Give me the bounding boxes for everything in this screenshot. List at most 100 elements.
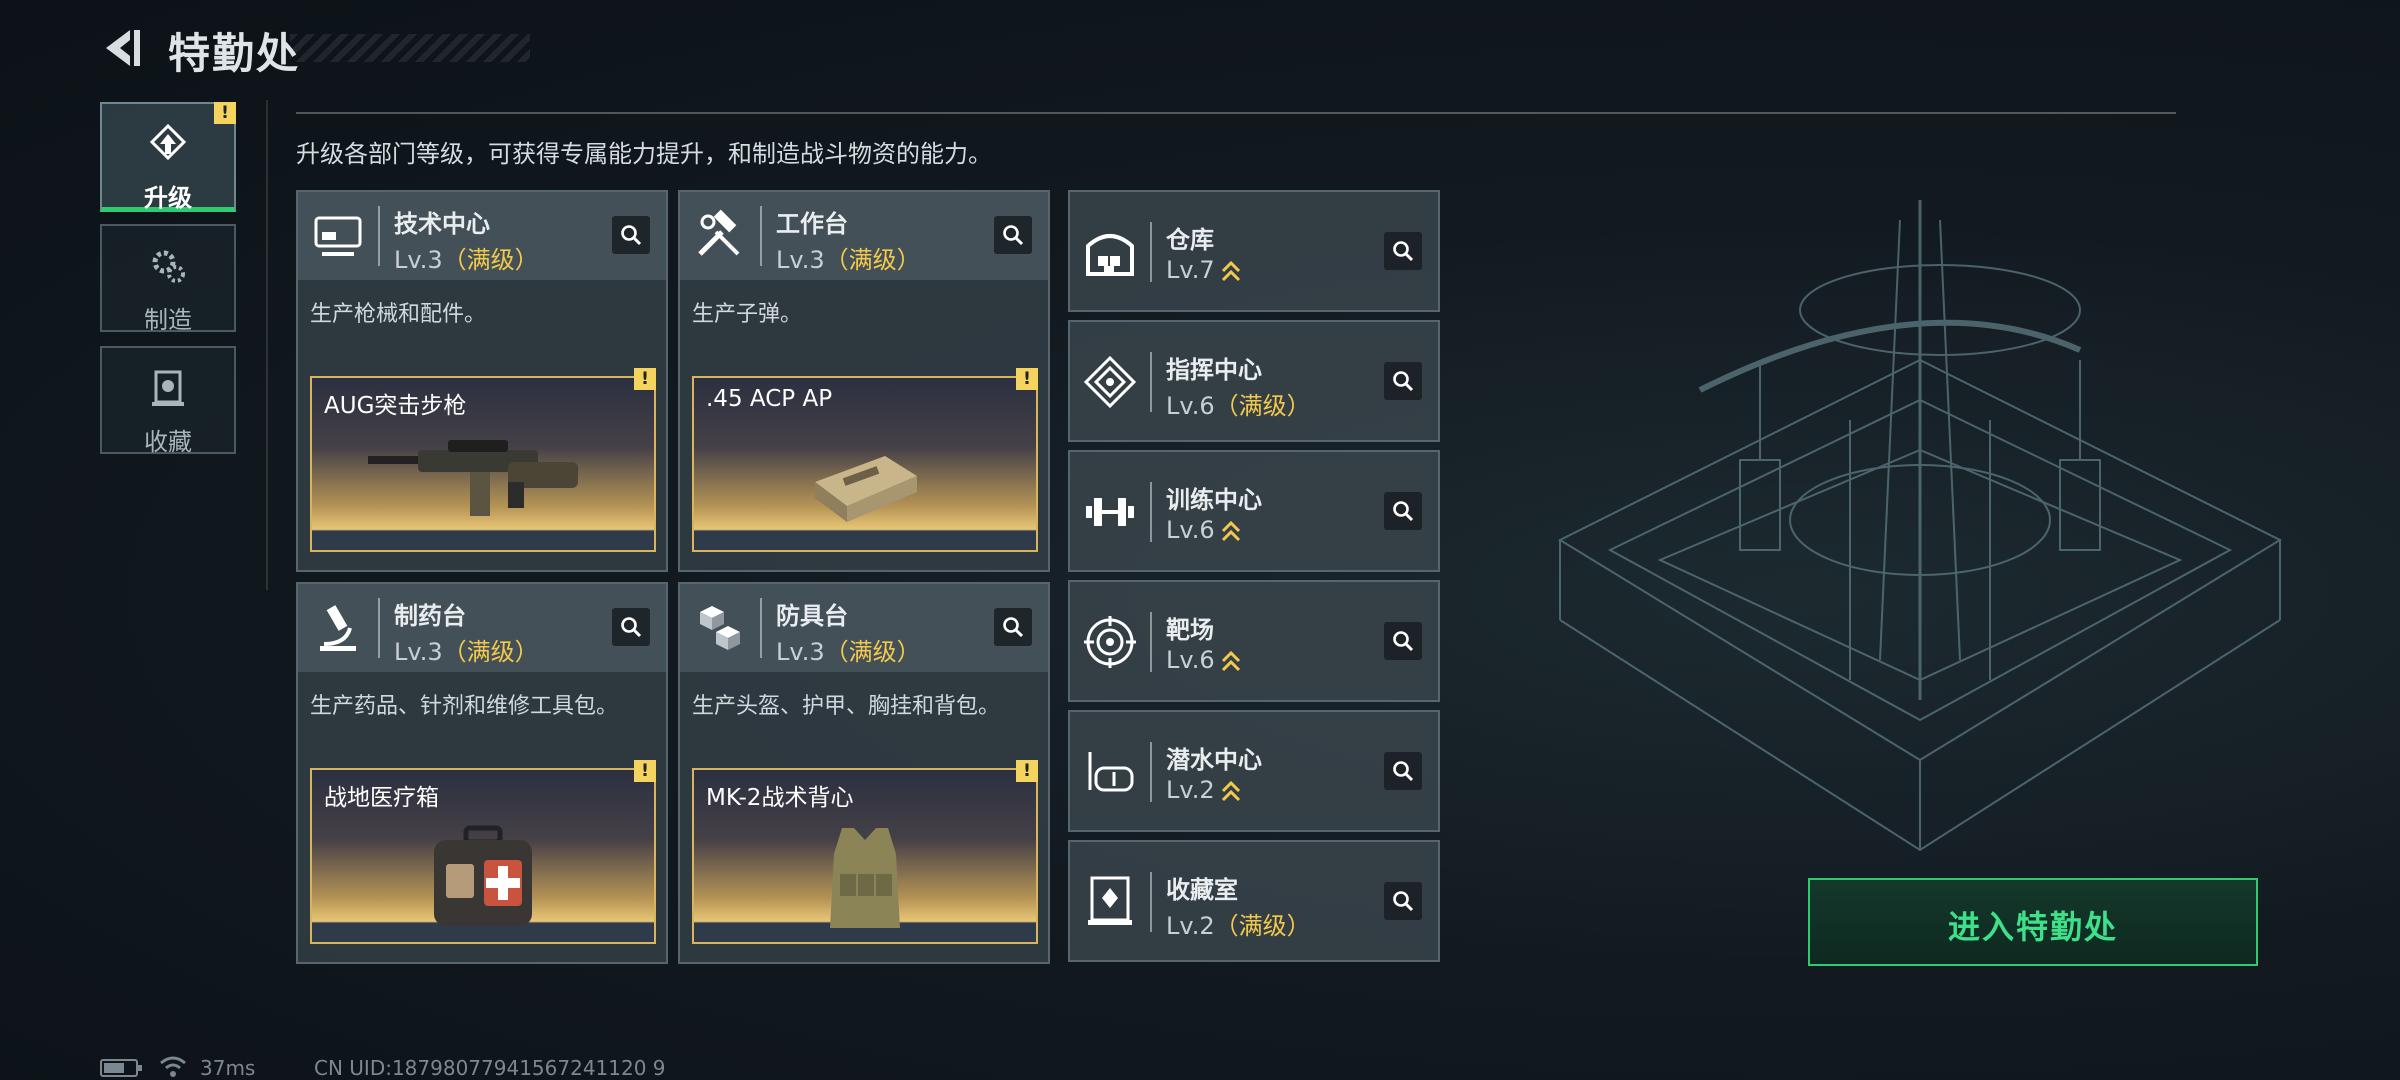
product-name: 战地医疗箱 <box>324 785 439 811</box>
card-header: 工作台 Lv.3（满级） <box>680 192 1048 280</box>
upgrade-icon <box>149 123 187 161</box>
department-card-armor-bench[interactable]: 防具台 Lv.3（满级） 生产头盔、护甲、胸挂和背包。 MK-2战术背心 ! <box>678 582 1050 964</box>
alert-badge: ! <box>214 102 236 124</box>
search-icon <box>1003 225 1024 246</box>
alert-badge: ! <box>634 760 656 782</box>
max-level-label: （满级） <box>824 246 921 274</box>
department-card-tech-center[interactable]: 技术中心 Lv.3（满级） 生产枪械和配件。 AUG突击步枪 ! <box>296 190 668 572</box>
warehouse-icon <box>1086 234 1134 276</box>
tactical-vest-icon <box>830 828 900 928</box>
card-header: 制药台 Lv.3（满级） <box>298 584 666 672</box>
search-icon <box>1393 241 1414 262</box>
page-title: 特勤处 <box>168 29 301 78</box>
product-name: .45 ACP AP <box>706 386 833 412</box>
nav-label: 制造 <box>144 306 192 334</box>
card-header: 防具台 Lv.3（满级） <box>680 584 1048 672</box>
department-row-diving-center[interactable]: 潜水中心 Lv.2 <box>1068 710 1440 832</box>
department-row-shooting-range[interactable]: 靶场 Lv.6 <box>1068 580 1440 702</box>
product-name: MK-2战术背心 <box>706 785 854 811</box>
upgrade-available-icon <box>1221 650 1240 672</box>
department-level: Lv.3（满级） <box>776 632 921 667</box>
separator <box>378 206 380 266</box>
upgrade-available-icon <box>1221 780 1240 802</box>
level-value: Lv.3 <box>776 638 825 666</box>
level-value: Lv.3 <box>394 638 443 666</box>
battery-icon <box>100 1059 142 1077</box>
collection-icon <box>152 370 184 406</box>
back-button[interactable] <box>100 26 144 70</box>
rifle-icon <box>368 440 578 516</box>
search-icon <box>1393 891 1414 912</box>
nav-label: 升级 <box>144 184 192 212</box>
separator <box>378 598 380 658</box>
department-level: Lv.3（满级） <box>394 240 539 275</box>
level-value: Lv.7 <box>1166 256 1215 284</box>
max-level-label: （满级） <box>1214 912 1311 940</box>
top-divider <box>296 112 2176 114</box>
wifi-icon <box>160 1056 186 1077</box>
upgrade-available-icon <box>1221 520 1240 542</box>
inspect-button[interactable] <box>1384 492 1422 530</box>
level-value: Lv.6 <box>1166 646 1215 674</box>
level-value: Lv.2 <box>1166 776 1215 804</box>
tools-icon <box>698 209 740 256</box>
nav-divider <box>266 100 268 590</box>
department-name: 训练中心 <box>1166 486 1262 514</box>
command-icon <box>1083 355 1137 409</box>
search-icon <box>621 225 642 246</box>
department-level: Lv.2 <box>1166 776 1241 804</box>
search-icon <box>1003 617 1024 638</box>
product-slot[interactable]: MK-2战术背心 ! <box>692 760 1038 944</box>
enter-special-ops-button[interactable]: 进入特勤处 <box>1808 878 2258 966</box>
max-level-label: （满级） <box>442 638 539 666</box>
enter-button-label: 进入特勤处 <box>1947 908 2118 946</box>
collection-room-icon <box>1088 876 1132 925</box>
inspect-button[interactable] <box>1384 622 1422 660</box>
product-slot[interactable]: .45 ACP AP ! <box>692 368 1038 552</box>
inspect-button[interactable] <box>1384 232 1422 270</box>
inspect-button[interactable] <box>1384 362 1422 400</box>
department-name: 收藏室 <box>1166 876 1238 904</box>
medkit-icon <box>434 825 532 926</box>
department-row-command-center[interactable]: 指挥中心 Lv.6（满级） <box>1068 320 1440 442</box>
inspect-button[interactable] <box>1384 882 1422 920</box>
product-name: AUG突击步枪 <box>324 393 467 419</box>
department-description: 生产头盔、护甲、胸挂和背包。 <box>692 694 1001 719</box>
inspect-button[interactable] <box>1384 752 1422 790</box>
department-row-collection-room[interactable]: 收藏室 Lv.2（满级） <box>1068 840 1440 962</box>
nav-tab-craft[interactable]: 制造 <box>100 224 236 334</box>
search-icon <box>1393 761 1414 782</box>
product-slot[interactable]: AUG突击步枪 ! <box>310 368 656 552</box>
department-level: Lv.6 <box>1166 646 1241 674</box>
department-row-training-center[interactable]: 训练中心 Lv.6 <box>1068 450 1440 572</box>
department-card-pharmacy[interactable]: 制药台 Lv.3（满级） 生产药品、针剂和维修工具包。 战地医疗箱 ! <box>296 582 668 964</box>
department-name: 潜水中心 <box>1166 746 1262 774</box>
alert-badge: ! <box>634 368 656 390</box>
description: 升级各部门等级，可获得专属能力提升，和制造战斗物资的能力。 <box>296 140 992 168</box>
product-slot[interactable]: 战地医疗箱 ! <box>310 760 656 944</box>
inspect-button[interactable] <box>994 608 1032 646</box>
inspect-button[interactable] <box>994 216 1032 254</box>
separator <box>1150 482 1152 542</box>
department-name: 制药台 <box>394 602 466 630</box>
nav-tab-collection[interactable]: 收藏 <box>100 346 236 456</box>
separator <box>1150 872 1152 932</box>
separator <box>1150 742 1152 802</box>
title-decoration <box>290 34 530 62</box>
department-name: 防具台 <box>776 602 848 630</box>
armor-cubes-icon <box>700 606 740 650</box>
department-description: 生产药品、针剂和维修工具包。 <box>310 694 619 719</box>
base-wireframe-illustration <box>1557 200 2283 852</box>
department-row-warehouse[interactable]: 仓库 Lv.7 <box>1068 190 1440 312</box>
microscope-icon <box>320 605 356 651</box>
department-name: 技术中心 <box>394 210 490 238</box>
max-level-label: （满级） <box>824 638 921 666</box>
inspect-button[interactable] <box>612 608 650 646</box>
back-arrow-icon <box>106 30 140 66</box>
department-card-workbench[interactable]: 工作台 Lv.3（满级） 生产子弹。 .45 ACP AP ! <box>678 190 1050 572</box>
inspect-button[interactable] <box>612 216 650 254</box>
search-icon <box>1393 501 1414 522</box>
level-value: Lv.3 <box>394 246 443 274</box>
nav-tab-upgrade[interactable]: 升级 ! <box>100 102 236 212</box>
department-name: 仓库 <box>1166 226 1214 254</box>
